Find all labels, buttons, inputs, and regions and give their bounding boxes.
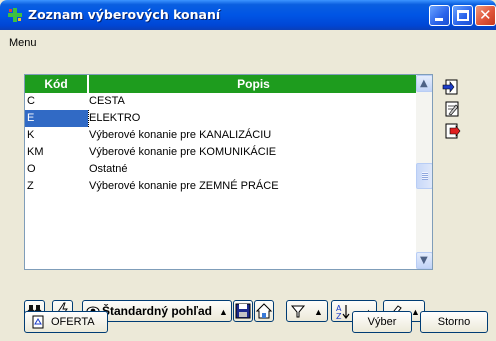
cell-kod: C [27, 95, 35, 107]
column-header-popis[interactable]: Popis [91, 75, 416, 93]
chevron-up-icon: ▲ [420, 78, 428, 89]
storno-button[interactable]: Storno [420, 311, 488, 333]
table-row[interactable]: Z Výberové konanie pre ZEMNÉ PRÁCE [25, 178, 416, 195]
selection-highlight [25, 110, 88, 127]
vyber-button[interactable]: Výber [352, 311, 412, 333]
menu-item-menu[interactable]: Menu [9, 37, 37, 49]
grid-header: Kód Popis [25, 75, 416, 93]
cell-kod: K [27, 129, 35, 141]
sort-az-icon: A Z [336, 304, 350, 320]
cell-popis: Výberové konanie pre ZEMNÉ PRÁCE [89, 180, 279, 192]
new-record-button[interactable] [441, 77, 463, 97]
filter-button[interactable]: ▲ [286, 300, 328, 322]
cell-popis: Výberové konanie pre KOMUNIKÁCIE [89, 146, 277, 158]
cell-popis: ELEKTRO [89, 112, 141, 124]
maximize-icon [457, 10, 469, 21]
edit-record-button[interactable] [441, 99, 463, 119]
scroll-thumb[interactable] [416, 163, 432, 189]
new-document-icon [442, 79, 458, 95]
table-row-selected[interactable]: E ELEKTRO [25, 110, 416, 127]
title-bar[interactable]: Zoznam výberových konaní ✕ [0, 0, 496, 30]
cell-popis: Ostatné [89, 163, 128, 175]
minimize-button[interactable] [429, 5, 450, 26]
table-row[interactable]: KM Výberové konanie pre KOMUNIKÁCIE [25, 144, 416, 161]
cell-kod: Z [27, 180, 34, 192]
table-row[interactable]: K Výberové konanie pre KANALIZÁCIU [25, 127, 416, 144]
view-select-label: Štandardný pohľad [102, 304, 212, 318]
svg-text:Z: Z [336, 312, 342, 320]
vertical-scrollbar[interactable]: ▲ ▼ [416, 75, 432, 269]
triangle-up-icon: ▲ [314, 307, 323, 317]
column-header-kod[interactable]: Kód [25, 75, 89, 93]
close-button[interactable]: ✕ [475, 5, 496, 26]
document-icon [32, 315, 44, 329]
triangle-up-icon: ▲ [219, 307, 228, 317]
cell-popis: CESTA [89, 95, 125, 107]
edit-document-icon [445, 101, 459, 117]
dialog-window: Zoznam výberových konaní ✕ Menu Kód Popi… [0, 0, 496, 341]
filter-icon [290, 305, 306, 318]
cell-popis: Výberové konanie pre KANALIZÁCIU [89, 129, 272, 141]
oferta-label: OFERTA [51, 316, 95, 328]
delete-record-button[interactable] [441, 121, 463, 141]
grip-icon [422, 172, 428, 180]
triangle-up-icon: ▲ [411, 307, 420, 317]
table-row[interactable]: O Ostatné [25, 161, 416, 178]
close-icon: ✕ [479, 6, 492, 24]
home-view-button[interactable] [254, 300, 274, 322]
save-view-button[interactable] [233, 300, 253, 322]
chevron-down-icon: ▼ [420, 255, 428, 266]
scroll-up-button[interactable]: ▲ [416, 75, 432, 92]
cell-kod: O [27, 163, 36, 175]
scroll-down-button[interactable]: ▼ [416, 252, 432, 269]
minimize-icon [435, 18, 443, 21]
table-row[interactable]: C CESTA [25, 93, 416, 110]
cell-kod: E [27, 112, 35, 124]
window-title: Zoznam výberových konaní [28, 7, 221, 22]
data-grid[interactable]: Kód Popis C CESTA E ELEKTRO K Výberové k… [24, 74, 433, 270]
app-icon [7, 7, 23, 23]
delete-document-icon [445, 123, 461, 139]
home-icon [255, 303, 273, 319]
oferta-button[interactable]: OFERTA [24, 311, 108, 333]
floppy-icon [235, 303, 251, 319]
cell-kod: KM [27, 146, 44, 158]
maximize-button[interactable] [452, 5, 473, 26]
